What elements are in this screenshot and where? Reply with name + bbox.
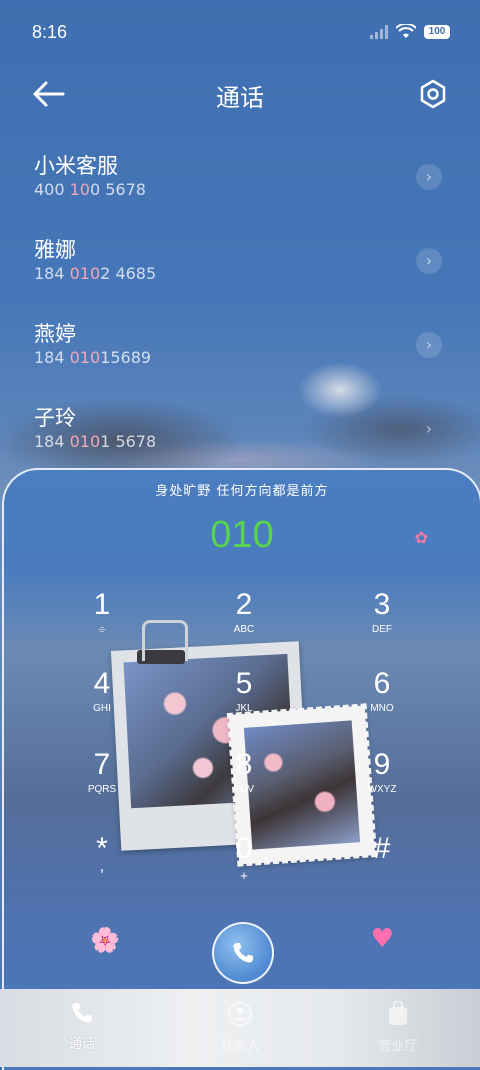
key-hash[interactable]: # xyxy=(322,832,442,902)
tab-calls[interactable]: 通话 xyxy=(22,1001,142,1052)
tab-calls-label: 通话 xyxy=(68,1037,95,1052)
key-2[interactable]: 2 ABC xyxy=(184,588,304,658)
clover-icon: ✿ xyxy=(414,528,428,547)
contact-number: 400 100 5678 xyxy=(34,180,146,199)
key-6[interactable]: 6 MNO xyxy=(322,667,442,737)
key-9[interactable]: 9 WXYZ xyxy=(322,748,442,818)
tab-contacts[interactable]: 联系人 xyxy=(180,1001,300,1054)
contact-list: 小米客服 400 100 5678 › 雅娜 184 0102 4685 › 燕… xyxy=(0,140,480,476)
voicemail-icon: ⌯ xyxy=(98,624,106,635)
chevron-right-icon[interactable]: › xyxy=(416,416,442,442)
tab-store-label: 营业厅 xyxy=(378,1039,418,1054)
key-0[interactable]: 0 + xyxy=(184,832,304,902)
key-4[interactable]: 4 GHI xyxy=(42,667,162,737)
contacts-icon xyxy=(228,1002,252,1026)
key-8[interactable]: 8 TUV xyxy=(184,748,304,818)
contact-name: 燕婷 xyxy=(34,322,76,346)
store-icon xyxy=(389,1000,407,1025)
wifi-icon xyxy=(396,24,416,38)
call-button[interactable] xyxy=(212,922,274,984)
contact-number: 184 01015689 xyxy=(34,348,152,367)
key-7[interactable]: 7 PQRS xyxy=(42,748,162,818)
bottom-navigation: 通话 联系人 营业厅 xyxy=(0,989,480,1067)
phone-icon xyxy=(233,943,253,963)
tab-store[interactable]: 营业厅 xyxy=(338,1000,458,1054)
contact-number: 184 0101 5678 xyxy=(34,432,157,451)
dialer-panel: 身处旷野 任何方向都是前方 010 ✿ 1 ⌯ 2 ABC 3 DEF 4 GH… xyxy=(2,468,480,1070)
hexagon-settings-icon xyxy=(420,79,446,109)
contact-row[interactable]: 燕婷 184 01015689 › xyxy=(0,308,480,392)
contact-name: 子玲 xyxy=(34,406,76,430)
header: 通话 xyxy=(0,72,480,116)
signal-icon xyxy=(370,25,388,39)
settings-button[interactable] xyxy=(418,78,448,110)
chevron-right-icon[interactable]: › xyxy=(416,248,442,274)
phone-icon xyxy=(72,1003,92,1023)
status-icons: 100 xyxy=(370,24,450,40)
heart-sticker-icon: ♥ xyxy=(370,924,394,954)
contact-row[interactable]: 雅娜 184 0102 4685 › xyxy=(0,224,480,308)
contact-name: 雅娜 xyxy=(34,238,76,262)
key-1[interactable]: 1 ⌯ xyxy=(42,588,162,658)
dialed-number[interactable]: 010 xyxy=(4,514,480,557)
status-bar: 8:16 100 xyxy=(0,0,480,64)
key-star[interactable]: * , xyxy=(42,832,162,902)
flower-sticker-icon: 🌸 xyxy=(90,926,120,954)
contact-number: 184 0102 4685 xyxy=(34,264,157,283)
key-5[interactable]: 5 JKL xyxy=(184,667,304,737)
contact-row[interactable]: 小米客服 400 100 5678 › xyxy=(0,140,480,224)
dialer-slogan: 身处旷野 任何方向都是前方 xyxy=(155,484,329,499)
chevron-right-icon[interactable]: › xyxy=(416,332,442,358)
key-3[interactable]: 3 DEF xyxy=(322,588,442,658)
page-title: 通话 xyxy=(216,84,264,112)
contact-row[interactable]: 子玲 184 0101 5678 › xyxy=(0,392,480,476)
tab-contacts-label: 联系人 xyxy=(220,1039,260,1054)
chevron-right-icon[interactable]: › xyxy=(416,164,442,190)
status-time: 8:16 xyxy=(32,22,68,42)
battery-icon: 100 xyxy=(424,25,450,39)
contact-name: 小米客服 xyxy=(34,154,118,178)
